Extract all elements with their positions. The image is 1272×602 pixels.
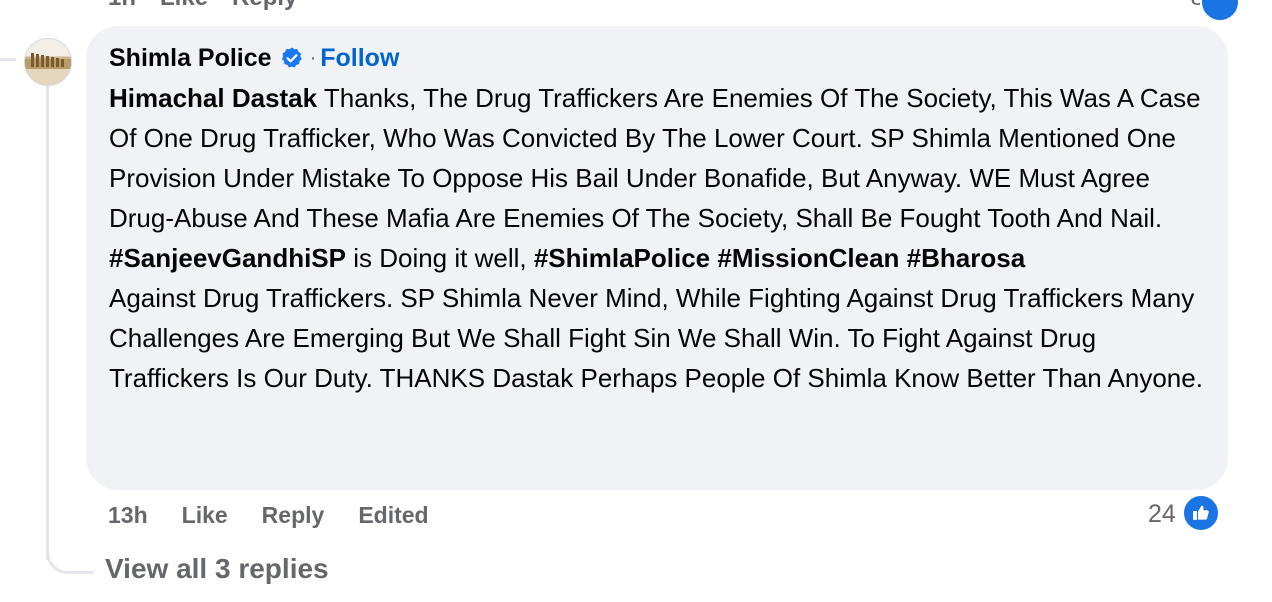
mention-link[interactable]: Himachal Dastak bbox=[109, 83, 317, 113]
edited-label[interactable]: Edited bbox=[358, 502, 428, 529]
comment-bubble: Shimla Police · Follow Himachal Dastak T… bbox=[86, 26, 1228, 490]
comment-header: Shimla Police · Follow bbox=[109, 42, 1204, 74]
comment-text: Himachal Dastak Thanks, The Drug Traffic… bbox=[109, 78, 1204, 398]
comment-text-part2: is Doing it well, bbox=[345, 243, 534, 273]
verified-badge-icon bbox=[281, 47, 302, 68]
avatar-image bbox=[25, 53, 71, 85]
hashtag-shimlapolice[interactable]: #ShimlaPolice bbox=[534, 243, 710, 273]
separator-dot: · bbox=[309, 46, 317, 69]
author-name[interactable]: Shimla Police bbox=[109, 44, 272, 73]
thumbs-up-glyph bbox=[1193, 505, 1209, 520]
hashtag-sanjeevgandhisp[interactable]: #SanjeevGandhiSP bbox=[109, 243, 346, 273]
hashtag-bharosa[interactable]: #Bharosa bbox=[907, 243, 1026, 273]
avatar[interactable] bbox=[24, 38, 72, 86]
previous-comment-actions: 1h Like Reply bbox=[108, 0, 297, 11]
thumbs-up-icon[interactable] bbox=[1182, 494, 1220, 532]
thread-line-top bbox=[0, 58, 16, 61]
follow-button[interactable]: Follow bbox=[320, 44, 399, 73]
previous-like-button[interactable]: Like bbox=[160, 0, 208, 11]
thread-line-curve bbox=[46, 540, 94, 574]
comment-timestamp[interactable]: 13h bbox=[108, 502, 148, 529]
comment-text-part3: Against Drug Traffickers. SP Shimla Neve… bbox=[109, 283, 1203, 393]
reply-button[interactable]: Reply bbox=[262, 502, 325, 529]
previous-like-reaction-icon bbox=[1200, 0, 1240, 22]
previous-reply-button[interactable]: Reply bbox=[232, 0, 297, 11]
view-all-replies-link[interactable]: View all 3 replies bbox=[105, 553, 329, 585]
thread-line-vertical bbox=[46, 86, 49, 560]
like-button[interactable]: Like bbox=[182, 502, 228, 529]
comment-actions: 13h Like Reply Edited bbox=[108, 500, 463, 530]
reaction-count[interactable]: 24 bbox=[1148, 500, 1176, 529]
previous-time[interactable]: 1h bbox=[108, 0, 136, 11]
hashtag-missionclean[interactable]: #MissionClean bbox=[717, 243, 899, 273]
